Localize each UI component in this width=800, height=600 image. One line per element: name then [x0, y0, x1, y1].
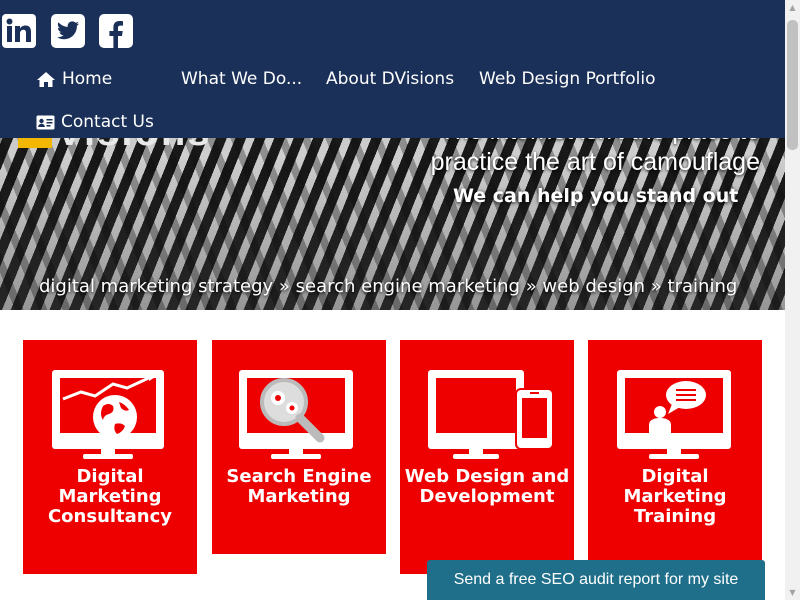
hero-services-list: digital marketing strategy » search engi…: [39, 276, 738, 297]
service-card-sem-title: Search Engine Marketing: [226, 466, 372, 507]
free-seo-audit-button[interactable]: Send a free SEO audit report for my site: [427, 560, 765, 600]
scroll-thumb[interactable]: [787, 20, 798, 150]
nav-about[interactable]: About DVisions: [326, 69, 454, 89]
home-icon: [37, 71, 55, 87]
service-card-sem[interactable]: Search Engine Marketing: [212, 340, 386, 554]
service-card-consultancy[interactable]: Digital Marketing Consultancy: [23, 340, 197, 574]
service-card-webdesign[interactable]: Web Design and Development: [400, 340, 574, 574]
contact-card-icon: [36, 115, 55, 129]
facebook-link[interactable]: [97, 12, 135, 50]
service-card-training-title: Digital Marketing Training: [623, 466, 727, 527]
scroll-up-icon[interactable]: ▲: [785, 0, 800, 15]
page: Visions The internet isn't the place to …: [0, 0, 785, 600]
service-card-webdesign-title: Web Design and Development: [404, 466, 570, 507]
nav-contact-label: Contact Us: [61, 112, 154, 132]
nav-portfolio-label: Web Design Portfolio: [479, 69, 656, 89]
nav-portfolio[interactable]: Web Design Portfolio: [479, 69, 656, 89]
nav-home[interactable]: Home: [36, 69, 112, 89]
nav-about-label: About DVisions: [326, 69, 455, 89]
service-card-training[interactable]: Digital Marketing Training: [588, 340, 762, 574]
twitter-icon: [51, 14, 85, 48]
twitter-link[interactable]: [49, 12, 87, 50]
site-header: Home What We Do... About DVisions Web De…: [0, 0, 785, 138]
linkedin-icon: [2, 14, 36, 48]
facebook-icon: [99, 14, 133, 48]
hero-tagline-line2: practice the art of camouflage: [430, 148, 760, 176]
monitor-mobile-icon: [428, 370, 554, 459]
linkedin-link[interactable]: [0, 12, 38, 50]
nav-home-label: Home: [62, 69, 113, 89]
nav-contact[interactable]: Contact Us: [36, 112, 154, 132]
monitor-chart-globe-icon: [52, 370, 164, 459]
nav-what-we-do-label: What We Do...: [181, 69, 303, 89]
scroll-down-icon[interactable]: ▼: [785, 585, 800, 600]
service-card-consultancy-title: Digital Marketing Consultancy: [47, 466, 173, 527]
page-scrollbar[interactable]: ▲ ▼: [785, 0, 800, 600]
monitor-gear-magnifier-icon: [239, 370, 353, 459]
hero-subtagline: We can help you stand out: [453, 185, 739, 207]
nav-what-we-do[interactable]: What We Do...: [181, 69, 302, 89]
monitor-presenter-icon: [617, 370, 731, 459]
free-seo-audit-label: Send a free SEO audit report for my site: [453, 571, 739, 588]
